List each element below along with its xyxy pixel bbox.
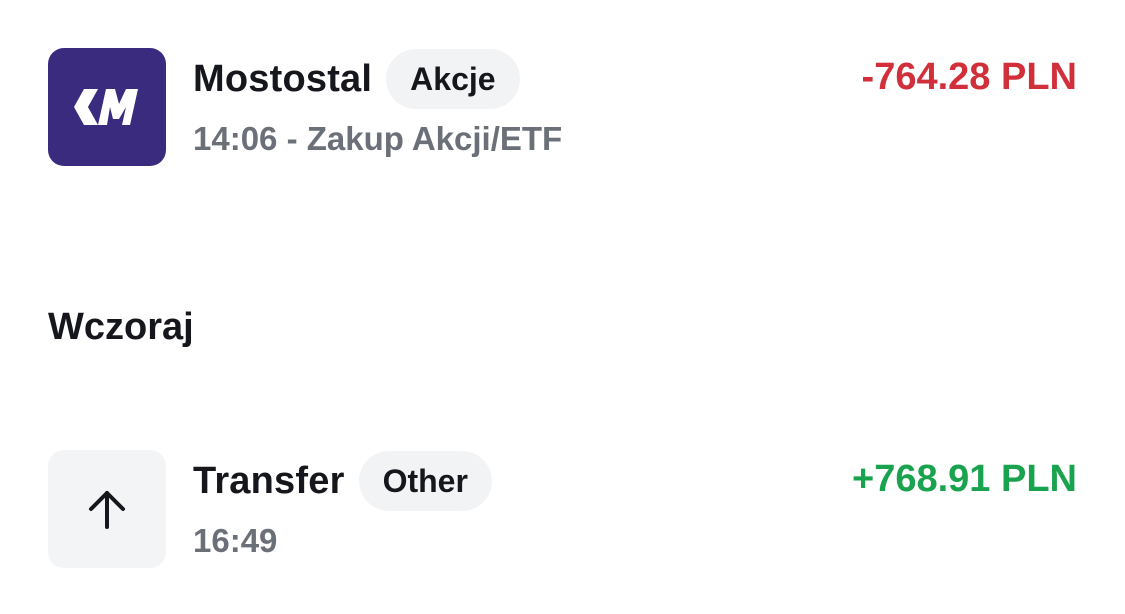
category-badge: Other bbox=[358, 451, 492, 511]
transaction-subtitle: 16:49 bbox=[193, 522, 278, 559]
transaction-name: Mostostal bbox=[193, 57, 373, 100]
category-badge: Akcje bbox=[386, 49, 520, 109]
mostostal-logo-icon bbox=[48, 48, 166, 166]
transaction-row[interactable]: Mostostal Akcje 14:06 - Zakup Akcji/ETF … bbox=[48, 48, 1077, 166]
transaction-amount: +768.91 PLN bbox=[852, 458, 1077, 500]
transaction-row[interactable]: Transfer Other 16:49 +768.91 PLN bbox=[48, 450, 1077, 568]
transaction-name: Transfer bbox=[193, 459, 345, 502]
transaction-subtitle: 14:06 - Zakup Akcji/ETF bbox=[193, 120, 563, 157]
arrow-up-icon bbox=[48, 450, 166, 568]
section-header-yesterday: Wczoraj bbox=[48, 306, 194, 348]
transaction-amount: -764.28 PLN bbox=[861, 56, 1077, 98]
